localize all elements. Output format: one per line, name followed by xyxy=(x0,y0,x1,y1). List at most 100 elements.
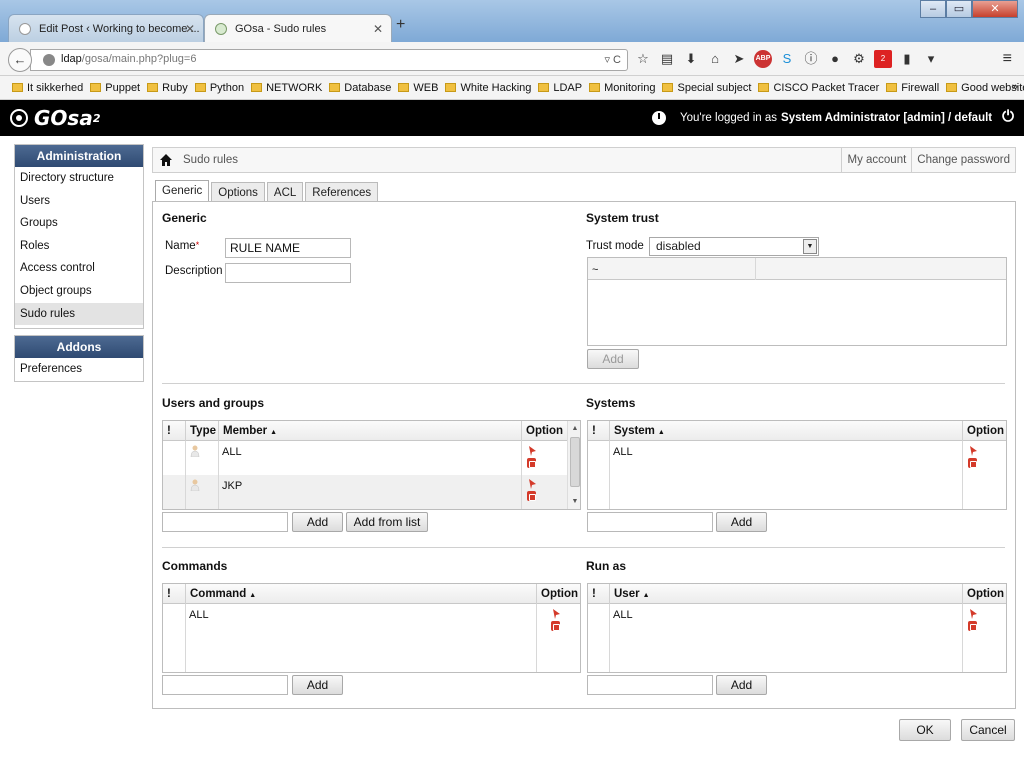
back-arrow-icon[interactable]: ← xyxy=(8,48,32,72)
option-column-header[interactable]: Option xyxy=(521,421,568,441)
column-divider xyxy=(185,441,186,509)
trust-mode-select[interactable]: disabled ▼ xyxy=(649,237,819,256)
tab-acl[interactable]: ACL xyxy=(266,182,304,203)
exclude-column-header[interactable]: ! xyxy=(163,584,185,604)
sidebar-item-roles[interactable]: Roles xyxy=(15,235,143,258)
bookmark-star-icon[interactable]: ☆ xyxy=(634,50,652,68)
tab-references[interactable]: References xyxy=(305,182,379,203)
bookmarks-overflow-icon[interactable]: » xyxy=(1012,81,1018,93)
edit-icon[interactable] xyxy=(968,446,977,456)
bookmark-item[interactable]: NETWORK xyxy=(251,82,322,94)
bookmark-item[interactable]: Python xyxy=(194,82,244,94)
tab-generic[interactable]: Generic xyxy=(155,180,210,203)
exclude-column-header[interactable]: ! xyxy=(588,421,609,441)
minimize-icon[interactable]: – xyxy=(920,0,946,18)
maximize-icon[interactable]: ▭ xyxy=(946,0,972,18)
member-column-header[interactable]: Member ▲ xyxy=(218,421,521,441)
bookmark-item[interactable]: Special subject xyxy=(662,82,751,94)
delete-icon[interactable] xyxy=(527,491,536,501)
delete-icon[interactable] xyxy=(968,621,977,631)
ok-button[interactable]: OK xyxy=(899,719,951,741)
option-column-header[interactable]: Option xyxy=(962,584,1006,604)
scrollbar-thumb[interactable] xyxy=(570,437,580,487)
sidebar-item-users[interactable]: Users xyxy=(15,190,143,213)
command-column-header[interactable]: Command ▲ xyxy=(185,584,536,604)
bookmark-item[interactable]: WEB xyxy=(398,82,438,94)
type-column-header[interactable]: Type xyxy=(185,421,218,441)
browser-tab-edit-post[interactable]: Edit Post ‹ Working to become ... ✕ xyxy=(8,14,204,42)
delete-icon[interactable] xyxy=(968,458,977,468)
reload-icon[interactable]: ▿ C xyxy=(604,53,621,66)
cancel-button[interactable]: Cancel xyxy=(961,719,1015,741)
run-as-input[interactable] xyxy=(587,675,713,695)
chat-icon[interactable]: ● xyxy=(826,50,844,68)
sidebar-item-access-control[interactable]: Access control xyxy=(15,257,143,280)
chevron-down-icon[interactable]: ▾ xyxy=(922,50,940,68)
sidebar-item-directory-structure[interactable]: Directory structure xyxy=(15,167,143,190)
sidebar-item-groups[interactable]: Groups xyxy=(15,212,143,235)
commands-add-button[interactable]: Add xyxy=(292,675,343,695)
user-column-header[interactable]: User ▲ xyxy=(609,584,962,604)
delete-icon[interactable] xyxy=(551,621,560,631)
bookmark-item[interactable]: Ruby xyxy=(147,82,188,94)
edit-icon[interactable] xyxy=(527,479,536,489)
edit-icon[interactable] xyxy=(527,446,536,456)
scroll-down-icon[interactable]: ▼ xyxy=(568,496,580,508)
bookmark-item[interactable]: Monitoring xyxy=(589,82,655,94)
bookmark-item[interactable]: LDAP xyxy=(538,82,582,94)
bookmark-item[interactable]: White Hacking xyxy=(445,82,531,94)
extensions-icon[interactable]: ⚙ xyxy=(850,50,868,68)
add-from-list-button[interactable]: Add from list xyxy=(346,512,428,532)
delete-icon[interactable] xyxy=(527,458,536,468)
scroll-up-icon[interactable]: ▲ xyxy=(568,423,580,435)
info-icon[interactable]: ⓘ xyxy=(802,50,820,68)
sidebar-item-object-groups[interactable]: Object groups xyxy=(15,280,143,303)
edit-icon[interactable] xyxy=(551,609,560,619)
skype-icon[interactable]: S xyxy=(778,50,796,68)
folder-icon xyxy=(90,83,102,92)
option-column-header[interactable]: Option xyxy=(536,584,580,604)
commands-input[interactable] xyxy=(162,675,288,695)
home-icon[interactable] xyxy=(159,153,173,167)
system-trust-list[interactable]: ~ xyxy=(587,257,1007,346)
download-icon[interactable]: ⬇ xyxy=(682,50,700,68)
home-icon[interactable]: ⌂ xyxy=(706,50,724,68)
tab-options[interactable]: Options xyxy=(211,182,265,203)
reading-list-icon[interactable]: ▤ xyxy=(658,50,676,68)
url-bar[interactable]: ldap/gosa/main.php?plug=6 ▿ C xyxy=(30,49,628,71)
system-trust-add-button[interactable]: Add xyxy=(587,349,639,369)
send-icon[interactable]: ➤ xyxy=(730,50,748,68)
edit-icon[interactable] xyxy=(968,609,977,619)
bookmark-item[interactable]: Puppet xyxy=(90,82,140,94)
new-tab-icon[interactable]: + xyxy=(396,16,405,34)
exclude-column-header[interactable]: ! xyxy=(163,421,185,441)
close-icon[interactable]: ✕ xyxy=(373,15,383,43)
sidebar-item-preferences[interactable]: Preferences xyxy=(15,358,143,381)
users-groups-add-button[interactable]: Add xyxy=(292,512,343,532)
bookmark-item[interactable]: CISCO Packet Tracer xyxy=(758,82,879,94)
exclude-column-header[interactable]: ! xyxy=(588,584,609,604)
hamburger-menu-icon[interactable]: ≡ xyxy=(1003,50,1012,68)
name-input[interactable]: RULE NAME xyxy=(225,238,351,258)
dropdown-arrow-icon[interactable]: ▼ xyxy=(803,239,817,254)
systems-input[interactable] xyxy=(587,512,713,532)
run-as-add-button[interactable]: Add xyxy=(716,675,767,695)
logout-power-icon[interactable]: ⏻ xyxy=(1002,108,1014,125)
system-column-header[interactable]: System ▲ xyxy=(609,421,962,441)
bookmark-item[interactable]: Database xyxy=(329,82,391,94)
adblock-icon[interactable]: ABP xyxy=(754,50,772,68)
browser-tab-gosa[interactable]: GOsa - Sudo rules ✕ xyxy=(204,14,392,42)
change-password-link[interactable]: Change password xyxy=(911,148,1015,172)
battery-icon[interactable]: ▮ xyxy=(898,50,916,68)
bookmark-item[interactable]: It sikkerhed xyxy=(12,82,83,94)
my-account-link[interactable]: My account xyxy=(841,148,911,172)
window-close-icon[interactable]: ✕ xyxy=(972,0,1018,18)
description-input[interactable] xyxy=(225,263,351,283)
users-groups-scrollbar[interactable]: ▲ ▼ xyxy=(567,421,580,509)
systems-add-button[interactable]: Add xyxy=(716,512,767,532)
close-icon[interactable]: ✕ xyxy=(185,15,195,43)
users-groups-input[interactable] xyxy=(162,512,288,532)
bookmark-item[interactable]: Firewall xyxy=(886,82,939,94)
option-column-header[interactable]: Option xyxy=(962,421,1006,441)
sidebar-item-sudo-rules[interactable]: Sudo rules xyxy=(15,302,143,326)
